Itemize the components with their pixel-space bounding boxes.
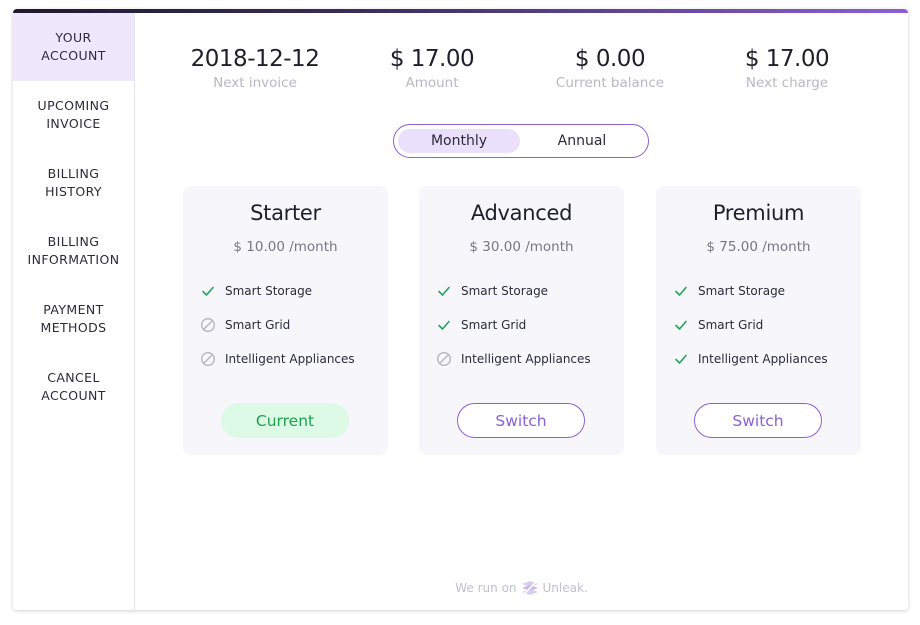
sidebar: YOUR ACCOUNT UPCOMING INVOICE BILLING HI… — [13, 13, 135, 610]
feature-item: Smart Grid — [199, 308, 382, 342]
switch-plan-button[interactable]: Switch — [694, 403, 822, 438]
feature-item: Smart Storage — [435, 274, 618, 308]
sidebar-item-billing-information[interactable]: BILLING INFORMATION — [13, 217, 134, 285]
unleak-logo-icon — [521, 580, 539, 596]
check-icon — [672, 350, 690, 368]
not-included-icon — [199, 350, 217, 368]
feature-item: Smart Grid — [672, 308, 855, 342]
footer-brand[interactable]: Unleak. — [543, 581, 588, 595]
current-plan-button[interactable]: Current — [221, 403, 349, 438]
stat-amount: $ 17.00 Amount — [352, 43, 512, 93]
plan-price: $ 75.00 /month — [706, 239, 811, 255]
plan-card-premium: Premium $ 75.00 /month Smart Storage Sma… — [656, 186, 861, 455]
stat-value: $ 0.00 — [574, 46, 646, 72]
sidebar-item-label: PAYMENT METHODS — [40, 302, 107, 335]
check-icon — [672, 316, 690, 334]
sidebar-item-your-account[interactable]: YOUR ACCOUNT — [13, 13, 134, 81]
stat-label: Next charge — [745, 75, 829, 91]
feature-label: Smart Storage — [461, 284, 549, 298]
feature-list: Smart Storage Smart Grid Intelligent App… — [672, 274, 855, 376]
toggle-monthly[interactable]: Monthly — [398, 129, 520, 153]
feature-label: Intelligent Appliances — [225, 352, 355, 366]
footer: We run on Unleak. — [135, 580, 908, 596]
feature-label: Smart Grid — [698, 318, 764, 332]
feature-item: Smart Storage — [199, 274, 382, 308]
billing-period-toggle: Monthly Annual — [393, 124, 649, 158]
feature-list: Smart Storage Smart Grid Intelligent App… — [435, 274, 618, 376]
sidebar-item-label: BILLING INFORMATION — [27, 234, 120, 267]
check-icon — [199, 282, 217, 300]
plan-card-advanced: Advanced $ 30.00 /month Smart Storage Sm… — [419, 186, 624, 455]
feature-label: Smart Storage — [225, 284, 313, 298]
stat-label: Next invoice — [213, 75, 297, 91]
sidebar-item-label: BILLING HISTORY — [45, 166, 102, 199]
main-content: 2018-12-12 Next invoice $ 17.00 Amount $… — [135, 13, 908, 610]
feature-label: Intelligent Appliances — [698, 352, 828, 366]
feature-label: Smart Storage — [698, 284, 786, 298]
sidebar-item-billing-history[interactable]: BILLING HISTORY — [13, 149, 134, 217]
stat-label: Current balance — [555, 75, 665, 91]
stat-value: 2018-12-12 — [190, 46, 320, 72]
feature-item: Intelligent Appliances — [435, 342, 618, 376]
sidebar-item-label: YOUR ACCOUNT — [41, 30, 106, 63]
feature-list: Smart Storage Smart Grid Intelligent App… — [199, 274, 382, 376]
sidebar-item-upcoming-invoice[interactable]: UPCOMING INVOICE — [13, 81, 134, 149]
feature-item: Intelligent Appliances — [199, 342, 382, 376]
feature-label: Smart Grid — [461, 318, 527, 332]
check-icon — [672, 282, 690, 300]
switch-plan-button[interactable]: Switch — [457, 403, 585, 438]
account-summary: 2018-12-12 Next invoice $ 17.00 Amount $… — [135, 43, 908, 103]
toggle-annual[interactable]: Annual — [521, 129, 643, 153]
stat-next-invoice: 2018-12-12 Next invoice — [175, 43, 335, 93]
sidebar-item-cancel-account[interactable]: CANCEL ACCOUNT — [13, 353, 134, 421]
check-icon — [435, 282, 453, 300]
stat-value: $ 17.00 — [389, 46, 475, 72]
check-icon — [435, 316, 453, 334]
plan-price: $ 30.00 /month — [469, 239, 574, 255]
plan-price: $ 10.00 /month — [233, 239, 338, 255]
feature-item: Smart Grid — [435, 308, 618, 342]
billing-window: YOUR ACCOUNT UPCOMING INVOICE BILLING HI… — [13, 9, 908, 610]
stat-next-charge: $ 17.00 Next charge — [707, 43, 867, 93]
not-included-icon — [435, 350, 453, 368]
feature-item: Smart Storage — [672, 274, 855, 308]
stat-label: Amount — [405, 75, 459, 91]
plan-card-starter: Starter $ 10.00 /month Smart Storage Sma… — [183, 186, 388, 455]
plan-name: Premium — [712, 201, 805, 225]
feature-item: Intelligent Appliances — [672, 342, 855, 376]
feature-label: Smart Grid — [225, 318, 291, 332]
plan-name: Starter — [250, 201, 321, 225]
sidebar-item-label: CANCEL ACCOUNT — [41, 370, 106, 403]
plan-name: Advanced — [470, 201, 573, 225]
stat-current-balance: $ 0.00 Current balance — [530, 43, 690, 93]
feature-label: Intelligent Appliances — [461, 352, 591, 366]
footer-prefix: We run on — [455, 581, 517, 595]
not-included-icon — [199, 316, 217, 334]
sidebar-item-payment-methods[interactable]: PAYMENT METHODS — [13, 285, 134, 353]
stat-value: $ 17.00 — [744, 46, 830, 72]
sidebar-item-label: UPCOMING INVOICE — [37, 98, 110, 131]
